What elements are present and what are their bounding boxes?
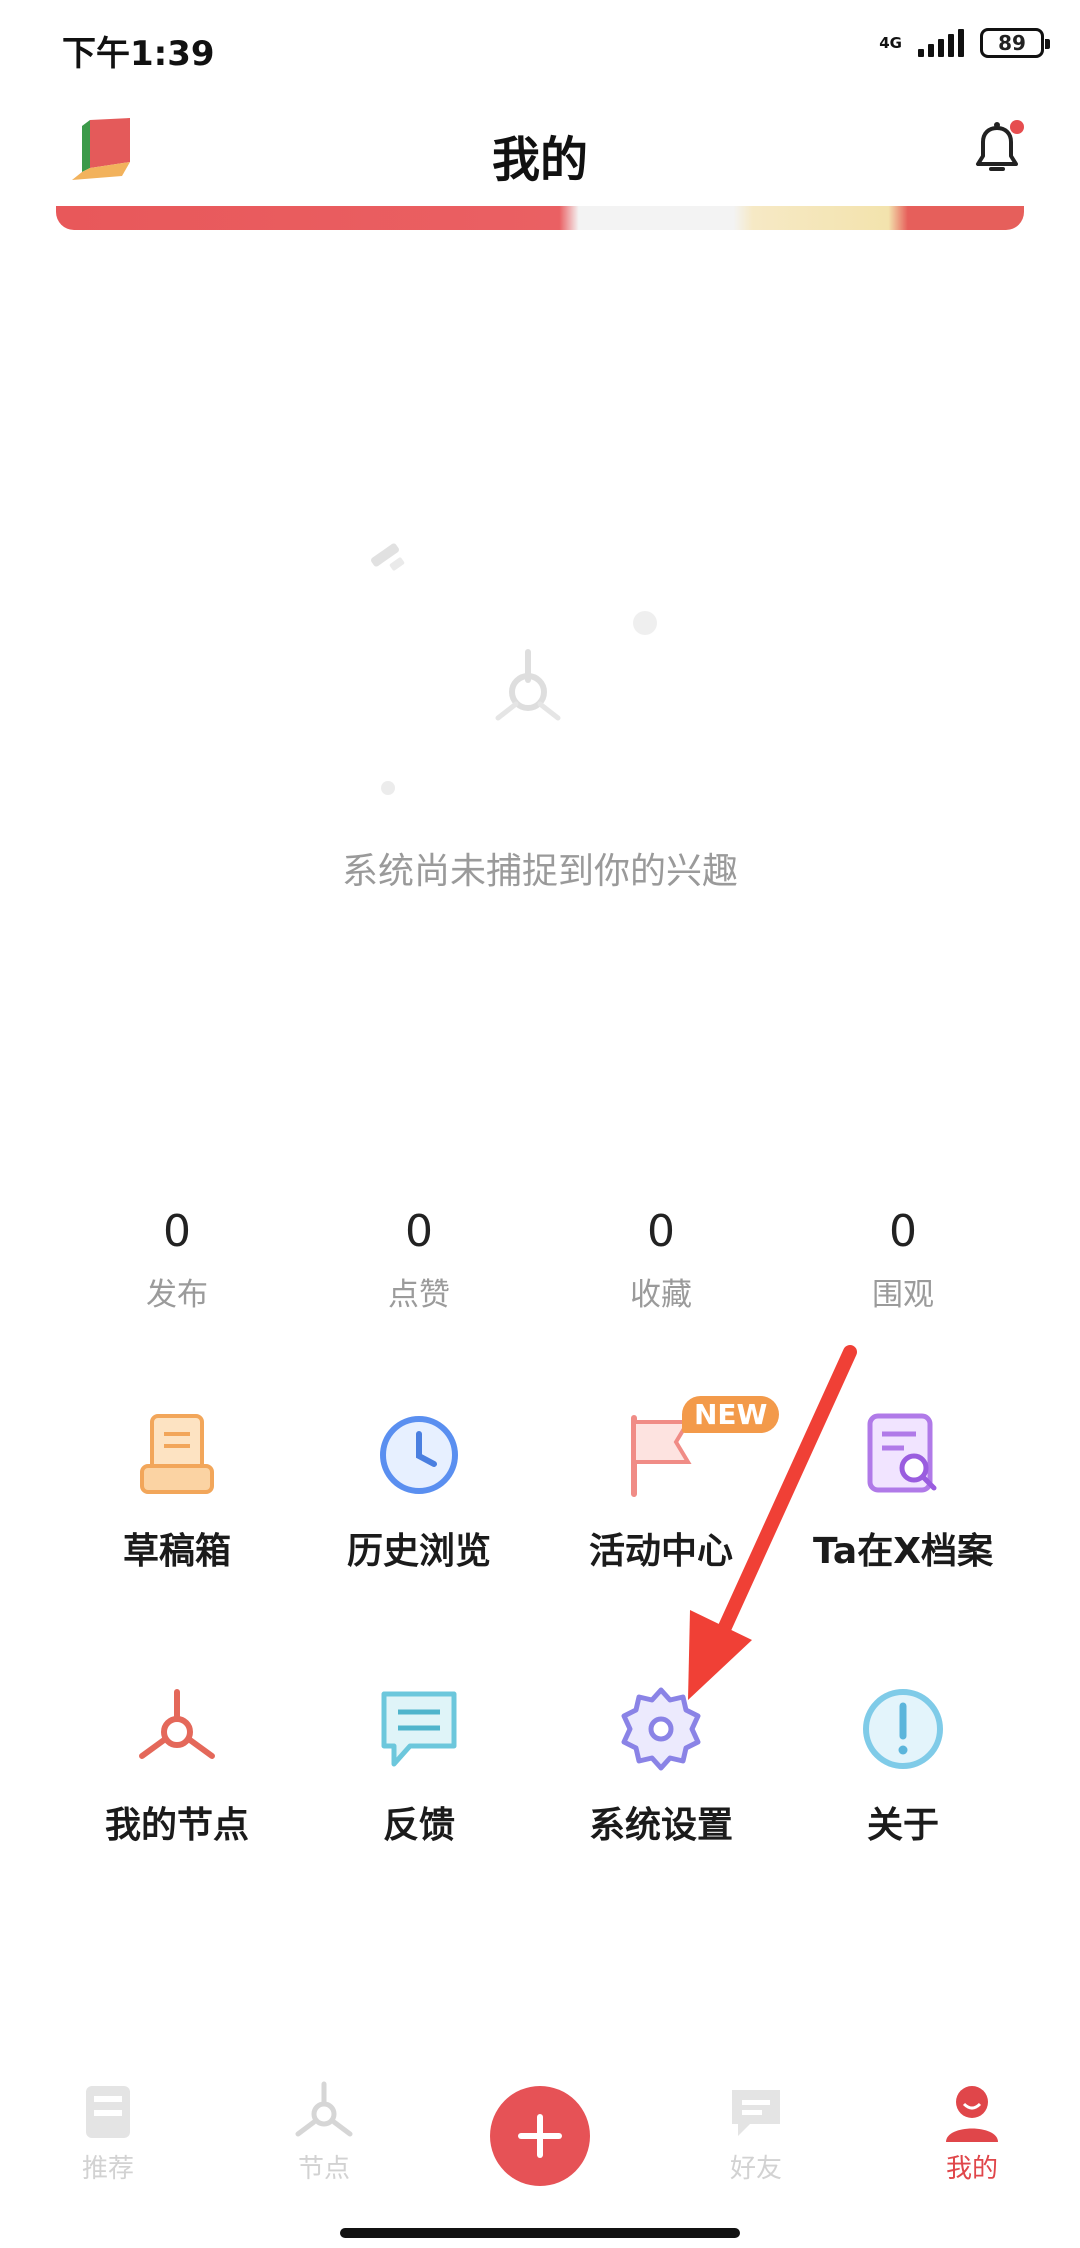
page-header: 我的 [0,100,1080,200]
recommend-icon [86,2086,130,2138]
battery-level: 89 [998,31,1026,55]
stats-row: 0 发布 0 点赞 0 收藏 0 围观 [56,1205,1024,1314]
nav-label: 好友 [729,2154,782,2184]
clock-icon [380,1416,458,1494]
grid-item-label: 我的节点 [104,1805,249,1846]
nav-nodes[interactable]: 节点 [216,2070,432,2185]
grid-item-settings[interactable]: 系统设置 [540,1684,782,1848]
grid-item-label: 系统设置 [588,1805,733,1846]
grid-item-label: 反馈 [382,1805,455,1846]
gear-icon [621,1687,701,1771]
grid-item-label: 活动中心 [588,1531,733,1572]
bottom-navigation: 推荐 节点 好友 我的 [0,2070,1080,2220]
stat-label: 点赞 [388,1277,450,1313]
grid-item-label: Ta在X档案 [813,1531,993,1572]
nav-recommend[interactable]: 推荐 [0,2070,216,2185]
grid-item-feedback[interactable]: 反馈 [298,1684,540,1848]
nav-create[interactable] [432,2070,648,2186]
grid-item-label: 草稿箱 [122,1531,231,1572]
node-icon [139,1689,215,1759]
status-bar: 下午1:39 4G 89 [0,0,1080,90]
nav-label: 我的 [945,2154,998,2184]
stat-label: 发布 [146,1277,208,1313]
stat-label: 围观 [872,1277,934,1313]
info-icon [863,1689,943,1769]
home-indicator[interactable] [340,2228,740,2238]
node-icon [295,2081,353,2137]
nav-mine[interactable]: 我的 [864,2070,1080,2185]
stat-value: 0 [163,1206,191,1257]
stat-value: 0 [647,1206,675,1257]
chat-icon [732,2090,780,2136]
network-type: 4G [879,33,902,52]
grid-item-label: 历史浏览 [346,1531,491,1572]
chat-icon [381,1691,457,1767]
grid-item-about[interactable]: 关于 [782,1684,1024,1848]
stat-label: 收藏 [630,1277,692,1313]
page-title: 我的 [491,132,588,188]
nav-friends[interactable]: 好友 [648,2070,864,2185]
notification-bell-icon[interactable] [964,116,1030,182]
user-icon [946,2086,998,2142]
stat-likes[interactable]: 0 点赞 [298,1205,540,1314]
drafts-icon [140,1414,214,1494]
grid-item-label: 关于 [866,1805,939,1846]
status-indicators: 4G 89 [879,28,1050,58]
nav-label: 节点 [297,2154,350,2184]
create-button[interactable] [490,2086,590,2186]
stat-favorites[interactable]: 0 收藏 [540,1205,782,1314]
empty-state-illustration [371,543,657,795]
stat-value: 0 [889,1206,917,1257]
grid-item-drafts[interactable]: 草稿箱 [56,1410,298,1574]
new-badge: NEW [682,1396,780,1433]
banner-strip[interactable] [56,206,1024,230]
stat-value: 0 [405,1206,433,1257]
plus-icon [518,2114,562,2158]
battery-icon: 89 [980,28,1050,58]
status-time: 下午1:39 [62,34,215,74]
nav-label: 推荐 [81,2154,134,2184]
grid-item-history[interactable]: 历史浏览 [298,1410,540,1574]
profile-search-icon [867,1413,937,1493]
signal-icon [918,29,964,57]
empty-state-message: 系统尚未捕捉到你的兴趣 [341,851,738,892]
grid-item-my-nodes[interactable]: 我的节点 [56,1684,298,1848]
function-grid: 草稿箱 历史浏览 NEW 活动中心 Ta在X档案 我的节点 反馈 系统设置 关于 [56,1396,1024,1848]
grid-item-archive[interactable]: Ta在X档案 [782,1410,1024,1574]
stat-watchers[interactable]: 0 围观 [782,1205,1024,1314]
stat-posts[interactable]: 0 发布 [56,1205,298,1314]
grid-item-activity[interactable]: NEW 活动中心 [540,1396,782,1574]
